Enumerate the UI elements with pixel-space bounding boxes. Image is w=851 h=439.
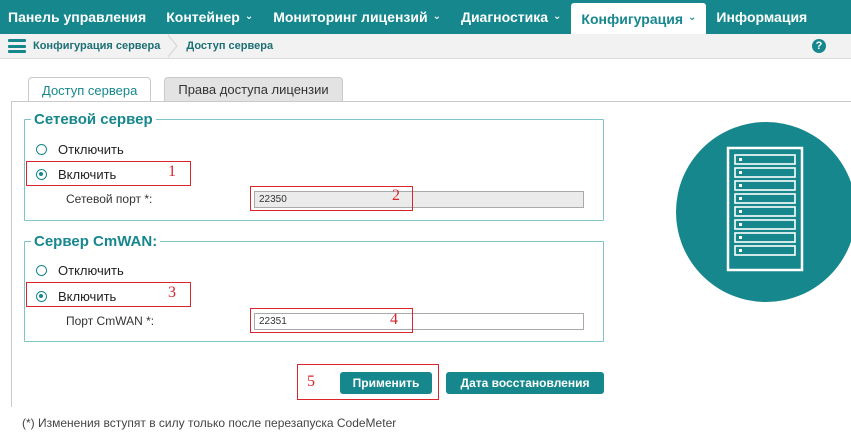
nav-label: Контейнер	[166, 9, 240, 25]
breadcrumb-server-access: Доступ сервера	[186, 40, 274, 52]
network-server-legend: Сетевой сервер	[34, 111, 153, 128]
annotation-box-5	[297, 364, 439, 400]
chevron-down-icon: ⌄	[553, 10, 562, 22]
network-server-disable-option[interactable]: Отключить	[36, 142, 124, 157]
restart-footnote: (*) Изменения вступят в силу только посл…	[22, 416, 397, 430]
breadcrumb-server-config[interactable]: Конфигурация сервера	[33, 40, 160, 52]
tab-license-access-rights[interactable]: Права доступа лицензии	[164, 77, 343, 101]
nav-information[interactable]: Информация	[706, 0, 817, 34]
annotation-number-3: 3	[168, 284, 176, 301]
nav-label: Диагностика	[460, 9, 549, 25]
nav-container[interactable]: Контейнер ⌄	[156, 0, 263, 34]
cmwan-port-label: Порт CmWAN *:	[66, 314, 155, 328]
top-navigation: Панель управления Контейнер ⌄ Мониторинг …	[0, 0, 851, 34]
annotation-number-2: 2	[392, 187, 400, 204]
chevron-down-icon: ⌄	[432, 10, 441, 22]
radio-label: Отключить	[58, 263, 124, 278]
breadcrumb: Конфигурация сервера Доступ сервера ?	[0, 34, 851, 59]
chevron-down-icon: ⌄	[244, 10, 254, 22]
annotation-number-1: 1	[168, 163, 176, 180]
tab-server-access[interactable]: Доступ сервера	[28, 77, 152, 102]
nav-license-monitoring[interactable]: Мониторинг лицензий ⌄	[263, 0, 451, 34]
restore-defaults-button[interactable]: Дата восстановления	[446, 372, 604, 394]
tab-bar: Доступ сервера Права доступа лицензии	[28, 77, 356, 102]
annotation-box-4	[250, 308, 413, 333]
annotation-number-4: 4	[390, 311, 398, 328]
server-list-icon	[8, 39, 26, 53]
chevron-down-icon: ⌄	[687, 12, 697, 23]
radio-label: Отключить	[58, 142, 124, 157]
server-rack-icon	[726, 146, 804, 272]
server-illustration	[676, 122, 851, 302]
cmwan-server-disable-option[interactable]: Отключить	[36, 263, 124, 278]
nav-configuration[interactable]: Конфигурация ⌄	[571, 3, 707, 34]
nav-label: Панель управления	[8, 9, 147, 25]
radio-button[interactable]	[36, 265, 47, 276]
nav-label: Мониторинг лицензий	[273, 9, 428, 25]
nav-label: Информация	[716, 9, 808, 25]
network-port-label: Сетевой порт *:	[66, 192, 153, 206]
annotation-box-3	[26, 282, 191, 307]
annotation-number-5: 5	[307, 373, 315, 390]
help-icon[interactable]: ?	[812, 39, 826, 53]
nav-dashboard[interactable]: Панель управления	[0, 0, 156, 34]
breadcrumb-separator	[167, 34, 179, 58]
radio-button[interactable]	[36, 144, 47, 155]
annotation-box-1	[26, 161, 191, 186]
annotation-box-2	[250, 186, 413, 211]
nav-diagnostics[interactable]: Диагностика ⌄	[451, 0, 571, 34]
nav-label: Конфигурация	[581, 10, 683, 27]
cmwan-server-legend: Сервер CmWAN:	[34, 233, 158, 250]
